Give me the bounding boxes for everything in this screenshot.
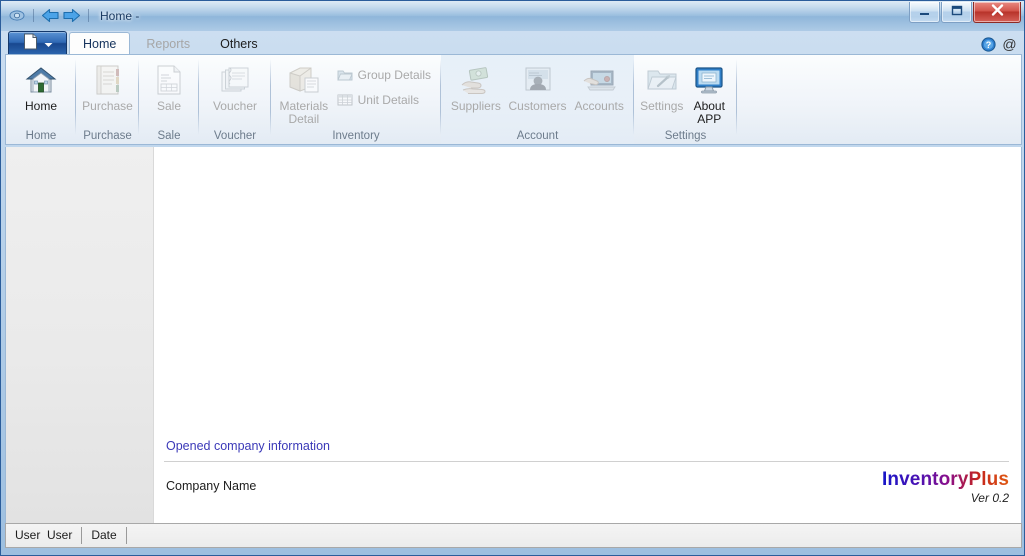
brand-name: InventoryPlus <box>882 469 1009 490</box>
ribbon-group-purchase: Purchase Purchase <box>76 55 139 144</box>
status-cell-date: Date <box>82 527 127 544</box>
ribbon-button-about-app-label: About APP <box>693 99 725 126</box>
ribbon-button-customers-label: Customers <box>508 99 567 113</box>
monitor-icon <box>692 63 726 97</box>
ribbon-button-suppliers-label: Suppliers <box>450 99 501 113</box>
status-cell-user: User User <box>6 527 83 544</box>
window-controls <box>908 2 1021 23</box>
tab-others-label: Others <box>220 37 258 51</box>
status-bar: User User Date <box>5 523 1022 548</box>
ribbon-group-voucher: Voucher Voucher <box>199 55 271 144</box>
close-button[interactable] <box>973 2 1021 23</box>
maximize-button[interactable] <box>941 2 972 23</box>
minimize-icon <box>919 3 931 21</box>
application-menu-button[interactable] <box>8 31 67 55</box>
status-cell-filler <box>127 527 1021 544</box>
person-card-icon <box>521 63 555 97</box>
svg-text:@: @ <box>1002 37 1016 52</box>
ribbon: Home Reports Others ? @ Home Home Purcha… <box>5 30 1022 146</box>
application-window: Home - Home Reports Others ? @ Home Home… <box>0 0 1025 556</box>
ribbon-group-voucher-label: Voucher <box>213 129 257 142</box>
ribbon-button-voucher-label: Voucher <box>212 99 258 113</box>
house-icon <box>24 63 58 97</box>
ribbon-help-area: ? @ <box>981 37 1017 52</box>
notebook-icon <box>91 63 125 97</box>
ribbon-button-unit-details-label: Unit Details <box>357 93 419 107</box>
vouchers-stack-icon <box>218 63 252 97</box>
help-icon[interactable]: ? <box>981 37 996 52</box>
document-icon <box>23 33 38 55</box>
ribbon-group-inventory-label: Inventory <box>332 129 380 142</box>
ribbon-button-group-details[interactable]: Group Details <box>333 64 437 86</box>
ribbon-panel: Home Home Purchase Purchase Sale Sale Vo… <box>5 54 1022 145</box>
ribbon-button-home[interactable]: Home <box>10 58 72 124</box>
invoice-icon <box>152 63 186 97</box>
ribbon-button-materials-detail[interactable]: Materials Detail <box>275 58 333 126</box>
ribbon-group-account-label: Account <box>516 129 559 142</box>
ribbon-tab-strip: Home Reports Others ? @ <box>5 30 1022 55</box>
window-title: Home - <box>100 8 140 23</box>
tab-others[interactable]: Others <box>206 32 272 55</box>
ribbon-button-suppliers[interactable]: Suppliers <box>445 58 507 124</box>
ribbon-group-settings: Settings About APP Settings <box>634 55 737 144</box>
folder-icon <box>336 67 353 83</box>
ribbon-group-account: Suppliers Customers Accounts Account <box>441 55 634 144</box>
ribbon-group-inventory: Materials Detail Group Details Unit Deta… <box>271 55 441 144</box>
title-bar: Home - <box>1 1 1024 30</box>
close-icon <box>991 3 1004 21</box>
ribbon-button-unit-details[interactable]: Unit Details <box>333 89 437 111</box>
ribbon-group-sale: Sale Sale <box>139 55 199 144</box>
ribbon-group-purchase-label: Purchase <box>83 129 132 142</box>
ribbon-button-home-label: Home <box>24 99 57 113</box>
grid-icon <box>337 92 353 108</box>
ribbon-button-materials-detail-label: Materials Detail <box>279 99 329 126</box>
svg-text:?: ? <box>986 40 992 50</box>
ribbon-button-sale[interactable]: Sale <box>143 58 195 124</box>
ribbon-button-settings[interactable]: Settings <box>638 58 686 124</box>
back-arrow-icon[interactable] <box>40 7 61 25</box>
inventory-small-buttons: Group Details Unit Details <box>333 58 437 111</box>
tab-reports[interactable]: Reports <box>132 32 204 55</box>
ribbon-button-group-details-label: Group Details <box>357 68 431 82</box>
tab-home[interactable]: Home <box>69 32 131 55</box>
accounts-laptop-icon <box>582 63 617 97</box>
ribbon-button-about-app[interactable]: About APP <box>686 58 734 126</box>
ribbon-group-filler <box>737 55 1021 144</box>
main-content: Opened company information Company Name … <box>154 147 1021 523</box>
title-separator-2 <box>88 9 89 22</box>
ribbon-group-sale-label: Sale <box>157 129 181 142</box>
forward-arrow-icon[interactable] <box>61 7 82 25</box>
tools-folder-icon <box>645 63 679 97</box>
ribbon-button-accounts-label: Accounts <box>574 99 624 113</box>
brand-version: Ver 0.2 <box>970 491 1009 505</box>
ribbon-button-voucher[interactable]: Voucher <box>204 58 266 124</box>
maximize-icon <box>951 3 963 21</box>
ribbon-button-purchase-label: Purchase <box>82 99 133 113</box>
ribbon-button-customers[interactable]: Customers <box>507 58 569 124</box>
section-divider <box>164 461 1009 462</box>
ribbon-button-settings-label: Settings <box>640 99 684 113</box>
company-name-label: Company Name <box>166 479 257 493</box>
tab-home-label: Home <box>83 37 117 51</box>
ribbon-group-home: Home Home <box>6 55 76 144</box>
at-icon[interactable]: @ <box>1002 37 1017 52</box>
client-area: Opened company information Company Name … <box>5 147 1022 523</box>
side-panel <box>6 147 154 523</box>
section-heading: Opened company information <box>166 439 330 453</box>
minimize-button[interactable] <box>909 2 940 23</box>
brand-block: InventoryPlus Ver 0.2 <box>882 469 1009 505</box>
ribbon-button-sale-label: Sale <box>156 99 182 113</box>
ribbon-button-accounts[interactable]: Accounts <box>568 58 630 124</box>
ribbon-group-settings-label: Settings <box>664 129 707 142</box>
chevron-down-icon <box>44 35 53 53</box>
ribbon-group-home-label: Home <box>25 129 57 142</box>
cash-hand-icon <box>459 63 493 97</box>
ribbon-button-purchase[interactable]: Purchase <box>80 58 135 124</box>
tab-reports-label: Reports <box>146 37 191 51</box>
materials-box-icon <box>287 63 321 97</box>
title-separator-1 <box>33 9 34 22</box>
app-glass-icon <box>8 8 25 23</box>
